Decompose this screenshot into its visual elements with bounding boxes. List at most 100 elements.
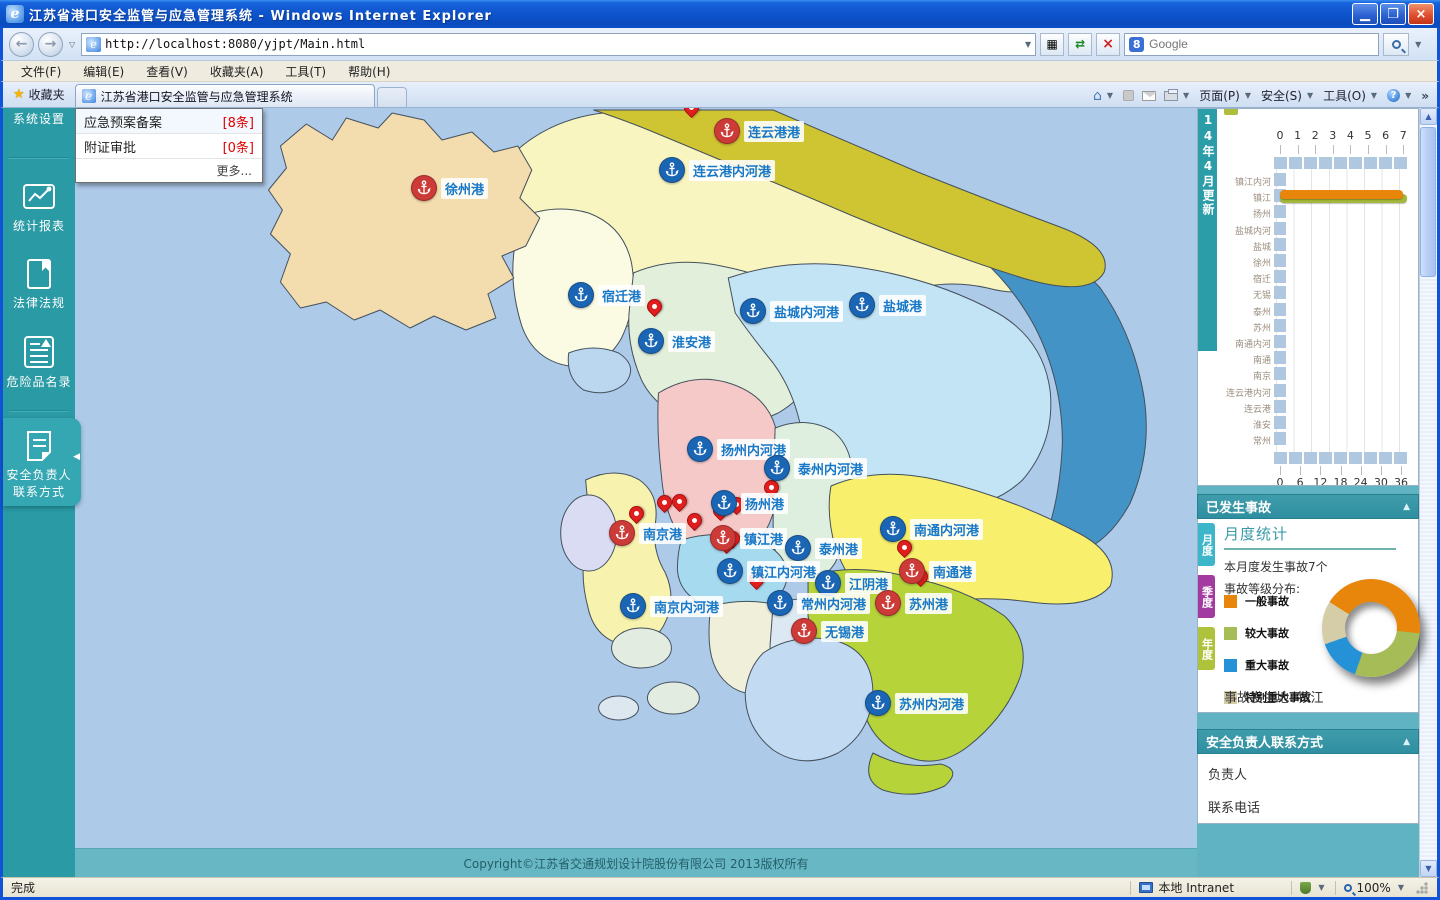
ie-logo-icon: e (6, 5, 24, 23)
contact-field-label: 联系电话 (1208, 797, 1408, 816)
menu-item[interactable]: 文件(F) (11, 61, 71, 82)
title-underline (1224, 548, 1396, 550)
home-button[interactable]: ⌂▼ (1093, 88, 1115, 104)
compatibility-view-button[interactable]: ▦ (1040, 33, 1064, 56)
quick-link-row[interactable]: 附证审批 [0条] (76, 134, 262, 159)
axis-tick (1280, 145, 1281, 154)
port-marker[interactable]: 盐城港 (862, 305, 926, 318)
contact-panel-header[interactable]: 安全负责人联系方式 ▲ (1197, 729, 1419, 754)
search-box[interactable]: 8 (1124, 33, 1379, 56)
overflow-chevron[interactable]: » (1421, 89, 1429, 103)
rss-button[interactable] (1123, 90, 1134, 101)
sidebar-item-laws[interactable]: 法律法规 (3, 246, 75, 317)
legend-label: 重大事故 (1245, 657, 1289, 673)
menu-item[interactable]: 工具(T) (275, 61, 336, 82)
more-link[interactable]: 更多... (76, 159, 262, 182)
port-marker[interactable]: 淮安港 (651, 341, 715, 354)
sidebar-item-statistics[interactable]: 统计报表 (3, 169, 75, 240)
page-menu-button[interactable]: 页面(P)▼ (1199, 87, 1253, 104)
port-marker[interactable]: 盐城内河港 (753, 311, 843, 324)
axis-tick (1386, 145, 1387, 154)
print-button[interactable]: ▼ (1164, 91, 1191, 101)
protected-mode-button[interactable]: ▼ (1292, 878, 1334, 897)
minimize-button[interactable]: ▁ (1352, 3, 1378, 25)
port-marker[interactable]: 连云港内河港 (672, 170, 775, 183)
resize-grip[interactable] (1415, 881, 1429, 895)
list-icon (22, 335, 56, 369)
collapse-icon[interactable]: ▲ (1403, 502, 1410, 512)
sidebar-item-system-settings[interactable]: 系统设置 (3, 108, 75, 133)
address-dropdown-button[interactable]: ▼ (1023, 40, 1033, 49)
address-bar[interactable]: e ▼ (81, 33, 1036, 56)
port-marker[interactable]: 苏州港 (888, 603, 952, 616)
bar-top-series (1280, 190, 1403, 199)
port-marker[interactable]: 连云港港 (727, 131, 804, 144)
port-marker[interactable]: 无锡港 (804, 631, 868, 644)
contact-panel-body: 负责人联系电话 (1197, 754, 1419, 824)
url-input[interactable] (105, 37, 1023, 51)
port-marker[interactable]: 泰州内河港 (777, 468, 867, 481)
favorites-button[interactable]: ★ 收藏夹 (7, 83, 75, 107)
menu-item[interactable]: 查看(V) (136, 61, 198, 82)
vertical-scrollbar[interactable]: ▲ ▼ (1419, 108, 1437, 877)
forward-button[interactable]: → (38, 32, 63, 57)
port-marker[interactable]: 南京内河港 (633, 606, 723, 619)
back-button[interactable]: ← (9, 32, 34, 57)
menu-bar: 文件(F)编辑(E)查看(V)收藏夹(A)工具(T)帮助(H) (0, 61, 1440, 82)
scrollbar-track[interactable] (1420, 125, 1437, 860)
zoom-level: 100% (1357, 881, 1391, 895)
search-button[interactable] (1383, 33, 1409, 56)
close-button[interactable]: × (1408, 3, 1434, 25)
restore-button[interactable]: ❐ (1380, 3, 1406, 25)
security-menu-button[interactable]: 安全(S)▼ (1261, 87, 1315, 104)
refresh-button[interactable]: ⇄ (1068, 33, 1092, 56)
anchor-icon (659, 157, 685, 183)
port-marker[interactable]: 镇江港 (723, 538, 787, 551)
port-marker[interactable]: 宿迁港 (581, 295, 645, 308)
search-options-dropdown[interactable]: ▼ (1413, 40, 1423, 49)
help-button[interactable]: ?▼ (1387, 89, 1413, 102)
bar-row-label: 连云港 (1217, 402, 1271, 415)
search-input[interactable] (1149, 37, 1374, 51)
port-marker[interactable]: 镇江内河港 (730, 571, 820, 584)
help-icon: ? (1387, 89, 1400, 102)
bar-zero-block (1274, 238, 1286, 251)
title-bar: e 江苏省港口安全监管与应急管理系统 - Windows Internet Ex… (0, 0, 1440, 28)
period-tab[interactable]: 月度 (1198, 523, 1215, 566)
new-tab-stub[interactable] (377, 87, 407, 107)
quick-link-row[interactable]: 应急预案备案 [8条] (76, 109, 262, 134)
port-marker[interactable]: 苏州内河港 (878, 703, 968, 716)
tab-active[interactable]: e 江苏省港口安全监管与应急管理系统 (75, 84, 375, 107)
menu-item[interactable]: 编辑(E) (73, 61, 134, 82)
port-marker[interactable]: 扬州港 (724, 503, 788, 516)
menu-item[interactable]: 收藏夹(A) (200, 61, 274, 82)
port-label: 盐城港 (879, 295, 926, 316)
recent-pages-dropdown[interactable]: ▽ (67, 40, 77, 49)
tab-bar: ★ 收藏夹 e 江苏省港口安全监管与应急管理系统 ⌂▼ ▼ 页面(P)▼ 安全(… (0, 82, 1440, 108)
port-marker[interactable]: 南京港 (622, 533, 686, 546)
menu-item[interactable]: 帮助(H) (338, 61, 400, 82)
scrollbar-thumb[interactable] (1420, 127, 1436, 277)
port-marker[interactable]: 南通内河港 (893, 529, 983, 542)
tools-menu-button[interactable]: 工具(O)▼ (1323, 87, 1379, 104)
stop-button[interactable]: × (1096, 33, 1120, 56)
port-marker[interactable]: 徐州港 (424, 188, 488, 201)
sidebar-item-hazmat-list[interactable]: 危险品名录 (3, 323, 75, 396)
period-tab[interactable]: 年度 (1198, 627, 1215, 670)
bar-zero-block (1274, 270, 1286, 283)
port-marker[interactable]: 常州内河港 (780, 603, 870, 616)
port-label: 镇江港 (740, 528, 787, 549)
collapse-arrow-icon[interactable]: ◀ (73, 452, 80, 462)
status-text: 完成 (11, 879, 35, 896)
scroll-up-button[interactable]: ▲ (1420, 108, 1437, 125)
zoom-button[interactable]: 100% ▼ (1336, 878, 1437, 897)
accidents-panel-header[interactable]: 已发生事故 ▲ (1197, 494, 1419, 519)
collapse-icon[interactable]: ▲ (1403, 737, 1410, 747)
period-tab[interactable]: 季度 (1198, 575, 1215, 618)
scroll-down-button[interactable]: ▼ (1420, 860, 1437, 877)
bar-zero-block (1274, 286, 1286, 299)
sidebar-item-safety-contacts[interactable]: 安全负责人 联系方式 ◀ (3, 418, 81, 506)
mail-button[interactable] (1142, 91, 1156, 101)
anchor-icon (865, 690, 891, 716)
port-marker[interactable]: 南通港 (912, 571, 976, 584)
